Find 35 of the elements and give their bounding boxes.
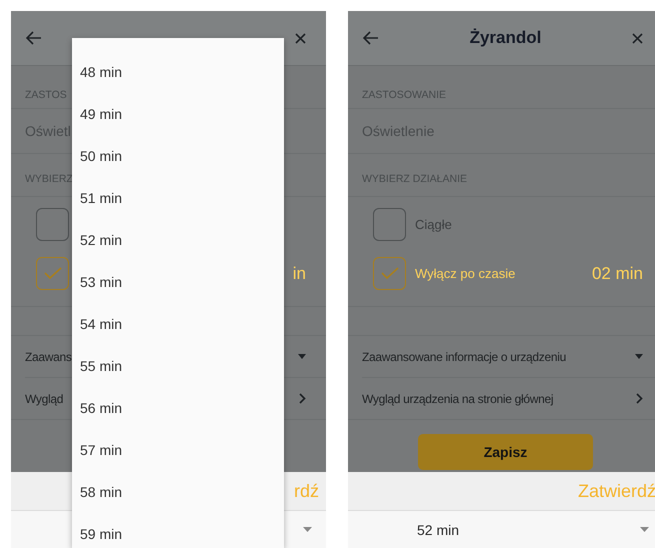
dropdown-option[interactable]: 58 min: [72, 471, 284, 513]
dropdown-option[interactable]: 54 min: [72, 303, 284, 345]
back-arrow-icon[interactable]: [26, 31, 42, 45]
close-icon[interactable]: [295, 32, 306, 44]
caret-down-icon: [303, 527, 312, 532]
option-label: Wyłącz po czasie: [415, 266, 516, 281]
menu-row[interactable]: Wygląd urządzenia na stronie głównej: [348, 378, 655, 420]
caret-down-icon: [640, 527, 649, 532]
caret-down-icon: [298, 354, 306, 359]
checkbox[interactable]: [36, 208, 69, 241]
dropdown-option[interactable]: 49 min: [72, 93, 284, 135]
dropdown-option[interactable]: 59 min: [72, 513, 284, 548]
dropdown-option[interactable]: 48 min: [72, 51, 284, 93]
chevron-right-icon: [636, 393, 643, 404]
screen-title: Żyrandol: [470, 28, 542, 48]
dropdown-option[interactable]: 52 min: [72, 219, 284, 261]
checkbox[interactable]: [36, 257, 69, 290]
dropdown-option[interactable]: 53 min: [72, 261, 284, 303]
dropdown-option[interactable]: 50 min: [72, 135, 284, 177]
chevron-right-icon: [299, 393, 306, 404]
dropdown-option[interactable]: 51 min: [72, 177, 284, 219]
close-icon[interactable]: [632, 32, 643, 44]
check-icon: [44, 267, 62, 280]
back-arrow-icon[interactable]: [363, 31, 379, 45]
check-icon: [380, 267, 398, 280]
checkbox[interactable]: [373, 257, 406, 290]
dropdown-option[interactable]: 55 min: [72, 345, 284, 387]
dropdown-option[interactable]: 57 min: [72, 429, 284, 471]
save-button[interactable]: Zapisz: [418, 434, 593, 470]
checkbox[interactable]: [373, 208, 406, 241]
dropdown-option[interactable]: 56 min: [72, 387, 284, 429]
option-label: Ciągłe: [415, 217, 452, 232]
caret-down-icon: [635, 354, 643, 359]
select-field[interactable]: 52 min: [348, 511, 655, 548]
menu-row[interactable]: Zaawansowane informacje o urządzeniu: [362, 336, 655, 378]
